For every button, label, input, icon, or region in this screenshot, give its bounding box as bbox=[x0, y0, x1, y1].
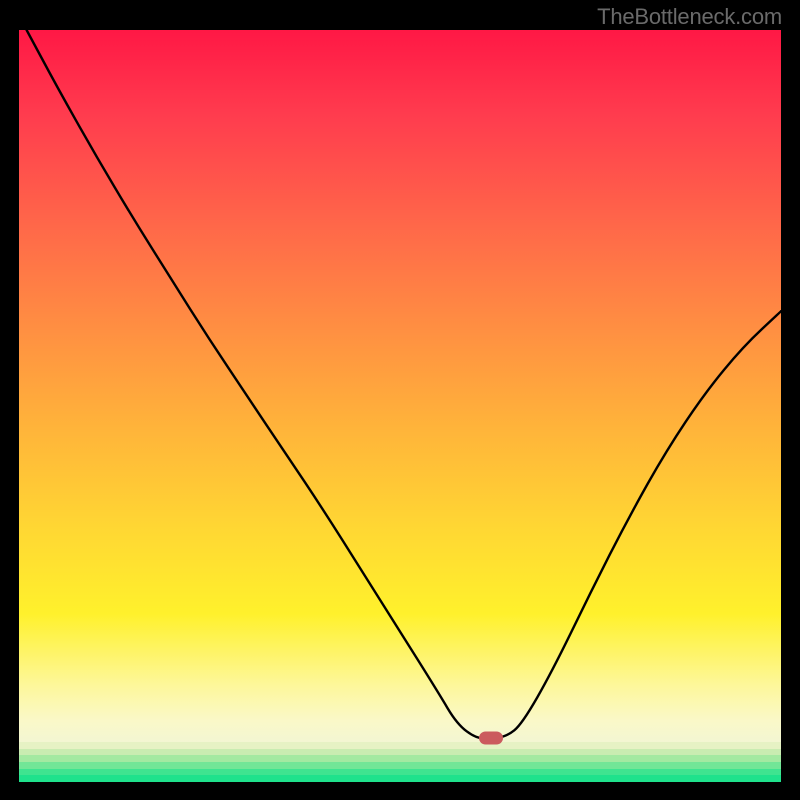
chart-frame: TheBottleneck.com bbox=[0, 0, 800, 800]
watermark-text: TheBottleneck.com bbox=[597, 4, 782, 30]
bottleneck-curve bbox=[27, 30, 781, 738]
curve-svg bbox=[19, 30, 781, 782]
optimal-marker bbox=[479, 732, 503, 745]
plot-area bbox=[19, 30, 781, 782]
